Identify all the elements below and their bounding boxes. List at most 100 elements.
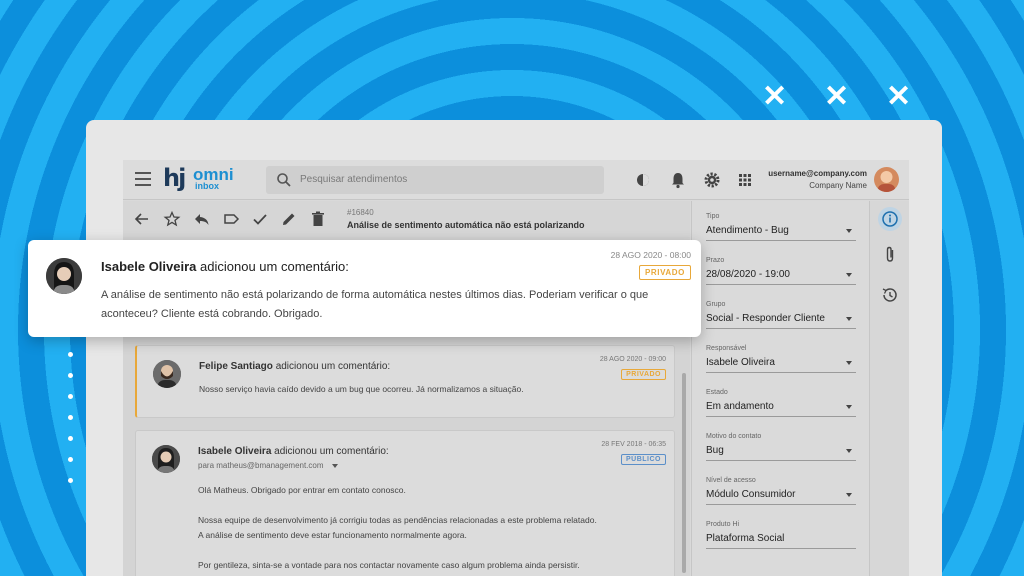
- field-nivel-acesso[interactable]: Nível de acesso Módulo Consumidor: [706, 477, 856, 505]
- comment-date: 28 FEV 2018 - 06:35: [601, 441, 666, 448]
- field-label: Grupo: [706, 301, 726, 308]
- history-tab[interactable]: [878, 283, 902, 307]
- recipient-address: para matheus@bmanagement.com: [198, 461, 324, 470]
- comment-line: Olá Matheus. Obrigado por entrar em cont…: [198, 485, 406, 495]
- dropdown-arrow-icon[interactable]: [846, 273, 852, 277]
- comment-card[interactable]: Felipe Santiago adicionou um comentário:…: [135, 345, 675, 418]
- search-input[interactable]: Pesquisar atendimentos: [266, 166, 604, 194]
- user-email: username@company.com: [768, 169, 867, 178]
- reply-icon[interactable]: [193, 210, 211, 228]
- field-value: Isabele Oliveira: [706, 357, 775, 368]
- field-grupo[interactable]: Grupo Social - Responder Cliente: [706, 301, 856, 329]
- info-tab[interactable]: [878, 207, 902, 231]
- menu-icon[interactable]: [135, 172, 151, 188]
- field-label: Responsável: [706, 345, 747, 352]
- comment-author: Isabele Oliveira: [101, 259, 197, 274]
- field-value: Módulo Consumidor: [706, 489, 796, 500]
- avatar: [152, 445, 180, 473]
- apps-grid-icon[interactable]: [735, 170, 755, 190]
- ticket-subject: Análise de sentimento automática não est…: [347, 220, 585, 230]
- edit-icon[interactable]: [280, 210, 298, 228]
- comment-header: Isabele Oliveira adicionou um comentário…: [198, 446, 389, 457]
- field-value: Social - Responder Cliente: [706, 313, 825, 324]
- comment-author: Isabele Oliveira: [198, 446, 272, 457]
- search-placeholder: Pesquisar atendimentos: [300, 174, 408, 185]
- comment-action: adicionou um comentário:: [200, 259, 349, 274]
- field-value: Em andamento: [706, 401, 774, 412]
- logo-sub: inbox: [195, 181, 219, 191]
- side-rail: [869, 201, 909, 576]
- chevron-down-icon[interactable]: [331, 464, 338, 468]
- decorative-x-mark: ✕: [824, 80, 850, 113]
- dropdown-arrow-icon[interactable]: [846, 361, 852, 365]
- field-label: Motivo do contato: [706, 433, 762, 440]
- field-label: Estado: [706, 389, 728, 396]
- decorative-x-mark: ✕: [886, 80, 912, 113]
- back-arrow-icon[interactable]: [133, 210, 151, 228]
- paperclip-icon: [886, 246, 894, 262]
- gear-icon[interactable]: [702, 170, 722, 190]
- scrollbar[interactable]: [682, 373, 686, 573]
- attachments-tab[interactable]: [878, 243, 902, 267]
- recipient-line[interactable]: para matheus@bmanagement.com: [198, 461, 338, 470]
- comment-card[interactable]: Isabele Oliveira adicionou um comentário…: [135, 430, 675, 576]
- dropdown-arrow-icon[interactable]: [846, 405, 852, 409]
- comment-action: adicionou um comentário:: [274, 446, 389, 457]
- bell-icon[interactable]: [668, 170, 688, 190]
- comment-action: adicionou um comentário:: [275, 361, 391, 372]
- private-badge: PRIVADO: [638, 265, 691, 280]
- avatar[interactable]: [874, 167, 899, 192]
- avatar: [46, 258, 82, 294]
- comment-author: Felipe Santiago: [199, 361, 273, 372]
- field-prazo[interactable]: Prazo 28/08/2020 - 19:00: [706, 257, 856, 285]
- ticket-details-panel: Tipo Atendimento - Bug Prazo 28/08/2020 …: [691, 201, 869, 576]
- comment-body: A análise de sentimento não está polariz…: [101, 289, 649, 320]
- trash-icon[interactable]: [309, 210, 327, 228]
- check-icon[interactable]: [251, 210, 269, 228]
- highlighted-comment-card[interactable]: Isabele Oliveira adicionou um comentário…: [28, 240, 701, 337]
- dropdown-arrow-icon[interactable]: [846, 229, 852, 233]
- comment-date: 28 AGO 2020 - 09:00: [599, 356, 666, 363]
- field-label: Tipo: [706, 213, 720, 220]
- ticket-toolbar: #16840 Análise de sentimento automática …: [123, 201, 690, 237]
- comment-body: Nosso serviço havia caído devido a um bu…: [199, 384, 524, 394]
- ticket-header: #16840 Análise de sentimento automática …: [347, 208, 585, 230]
- decorative-dots: [68, 352, 73, 499]
- comment-line: Nossa equipe de desenvolvimento já corri…: [198, 515, 597, 525]
- comment-header: Isabele Oliveira adicionou um comentário…: [101, 259, 349, 274]
- comment-line: Por gentileza, sinta-se a vontade para n…: [198, 560, 580, 570]
- app-window: hj omni inbox Pesquisar atendimentos use…: [123, 160, 909, 576]
- history-icon: [882, 288, 897, 302]
- comment-date: 28 AGO 2020 - 08:00: [610, 250, 691, 260]
- label-icon[interactable]: [222, 210, 240, 228]
- field-motivo[interactable]: Motivo do contato Bug: [706, 433, 856, 461]
- dropdown-arrow-icon[interactable]: [846, 493, 852, 497]
- field-label: Produto Hi: [706, 521, 740, 528]
- avatar: [153, 360, 181, 388]
- decorative-x-mark: ✕: [762, 80, 788, 113]
- comment-header: Felipe Santiago adicionou um comentário:: [199, 361, 390, 372]
- field-value: Bug: [706, 445, 724, 456]
- comment-body: Olá Matheus. Obrigado por entrar em cont…: [198, 483, 658, 573]
- dropdown-arrow-icon[interactable]: [846, 449, 852, 453]
- field-produto[interactable]: Produto Hi Plataforma Social: [706, 521, 856, 549]
- star-icon[interactable]: [163, 210, 181, 228]
- dropdown-arrow-icon[interactable]: [846, 317, 852, 321]
- field-tipo[interactable]: Tipo Atendimento - Bug: [706, 213, 856, 241]
- field-label: Prazo: [706, 257, 725, 264]
- top-bar: hj omni inbox Pesquisar atendimentos use…: [123, 160, 909, 200]
- logo-mark: hj: [163, 164, 186, 192]
- field-label: Nível de acesso: [706, 477, 756, 484]
- field-responsavel[interactable]: Responsável Isabele Oliveira: [706, 345, 856, 373]
- info-icon: [882, 211, 898, 227]
- comment-line: A análise de sentimento deve estar funci…: [198, 530, 467, 540]
- field-value: 28/08/2020 - 19:00: [706, 269, 790, 280]
- user-company: Company Name: [809, 181, 867, 190]
- user-info[interactable]: username@company.com Company Name: [768, 169, 867, 190]
- field-estado[interactable]: Estado Em andamento: [706, 389, 856, 417]
- ticket-number: #16840: [347, 208, 374, 217]
- field-value: Atendimento - Bug: [706, 225, 789, 236]
- search-icon: [277, 173, 291, 187]
- brightness-icon[interactable]: [633, 170, 653, 190]
- private-badge: PRIVADO: [621, 369, 666, 380]
